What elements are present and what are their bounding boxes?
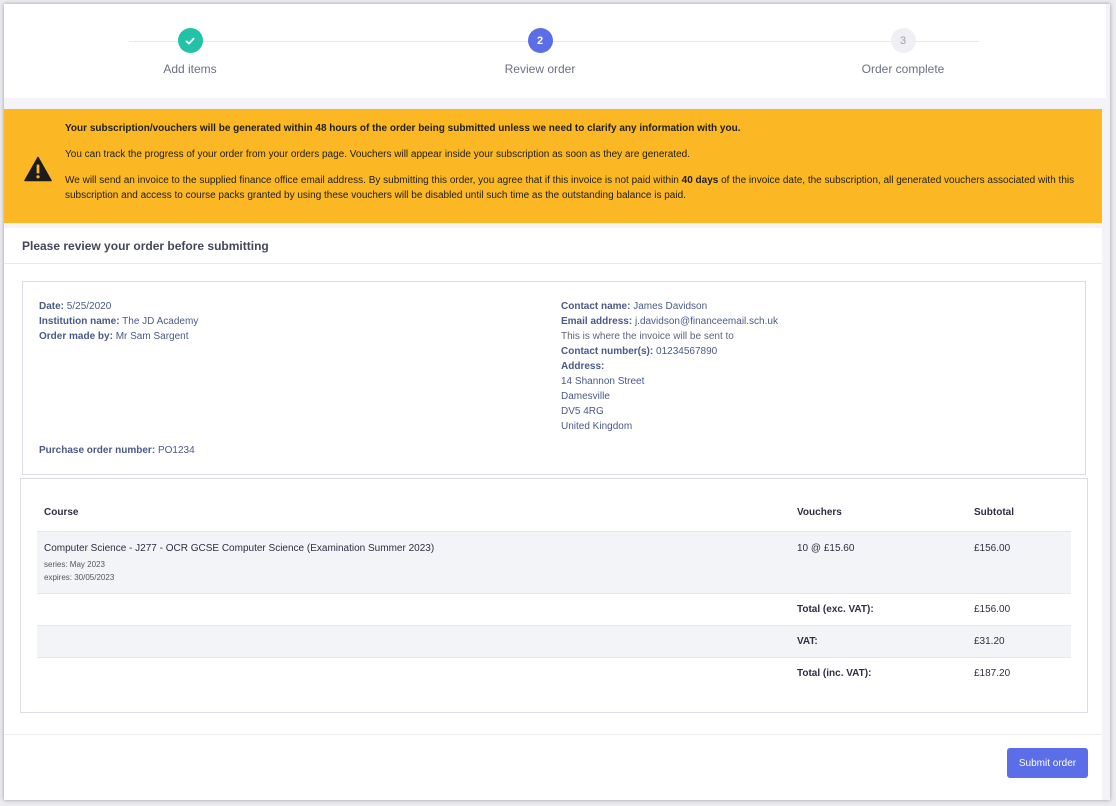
po-value: PO1234 bbox=[157, 445, 195, 456]
email-label: Email address: bbox=[561, 316, 633, 327]
total-value: £31.20 bbox=[974, 636, 1005, 647]
date-value: 5/25/2020 bbox=[66, 301, 112, 312]
institution-value: The JD Academy bbox=[122, 316, 199, 327]
step-label: Order complete bbox=[861, 62, 945, 76]
step-label: Add items bbox=[163, 62, 217, 76]
order-stepper: Add items 2 Review order 3 Order complet… bbox=[4, 4, 1106, 98]
window-frame: Add items 2 Review order 3 Order complet… bbox=[4, 4, 1110, 800]
step-number: 2 bbox=[527, 28, 553, 53]
invoice-text-start: We will send an invoice to the supplied … bbox=[65, 175, 682, 186]
contact-info-column: Contact name: James Davidson Email addre… bbox=[561, 299, 778, 434]
step-label: Review order bbox=[504, 62, 576, 76]
address-line: United Kingdom bbox=[561, 421, 633, 432]
po-label: Purchase order number: bbox=[39, 445, 156, 456]
course-expires: expires: 30/05/2023 bbox=[44, 573, 115, 582]
order-details: Date: 5/25/2020 Institution name: The JD… bbox=[22, 281, 1086, 475]
made-by-value: Mr Sam Sargent bbox=[115, 331, 189, 342]
warning-message: Your subscription/vouchers will be gener… bbox=[65, 121, 1085, 214]
address-label: Address: bbox=[561, 361, 605, 372]
total-exc-vat-row: Total (exc. VAT): £156.00 bbox=[37, 594, 1071, 626]
made-by-label: Order made by: bbox=[39, 331, 113, 342]
address-line: 14 Shannon Street bbox=[561, 376, 645, 387]
step-done-marker bbox=[177, 28, 203, 53]
step-add-items: Add items bbox=[90, 28, 290, 76]
contact-row: Contact name: James Davidson bbox=[561, 299, 778, 314]
phone-value: 01234567890 bbox=[656, 346, 718, 357]
footer-divider bbox=[4, 734, 1102, 735]
review-panel: Please review your order before submitti… bbox=[4, 228, 1102, 800]
total-label: Total (inc. VAT): bbox=[797, 668, 872, 679]
total-label: VAT: bbox=[797, 636, 818, 647]
total-value: £156.00 bbox=[974, 604, 1011, 615]
course-series: series: May 2023 bbox=[44, 560, 105, 569]
table-row: Computer Science - J277 - OCR GCSE Compu… bbox=[37, 532, 1071, 594]
phone-row: Contact number(s): 01234567890 bbox=[561, 344, 778, 359]
total-value: £187.20 bbox=[974, 668, 1011, 679]
course-name: Computer Science - J277 - OCR GCSE Compu… bbox=[44, 543, 435, 554]
warning-icon bbox=[24, 156, 52, 182]
total-inc-vat-row: Total (inc. VAT): £187.20 bbox=[37, 658, 1071, 689]
order-items-box: Course Vouchers Subtotal Computer Scienc… bbox=[20, 478, 1088, 713]
step-number: 3 bbox=[890, 28, 916, 53]
check-icon bbox=[185, 37, 195, 44]
institution-row: Institution name: The JD Academy bbox=[39, 314, 198, 329]
invoice-days: 40 days bbox=[681, 175, 719, 186]
vouchers-cell: 10 @ £15.60 bbox=[797, 543, 855, 554]
header-course: Course bbox=[44, 507, 79, 518]
po-row: Purchase order number: PO1234 bbox=[39, 445, 195, 456]
table-header-row: Course Vouchers Subtotal bbox=[37, 497, 1071, 532]
course-meta: series: May 2023 expires: 30/05/2023 bbox=[44, 558, 434, 584]
subtotal-cell: £156.00 bbox=[974, 543, 1011, 554]
address-line: Damesville bbox=[561, 391, 610, 402]
made-by-row: Order made by: Mr Sam Sargent bbox=[39, 329, 198, 344]
email-row: Email address: j.davidson@financeemail.s… bbox=[561, 314, 778, 329]
institution-label: Institution name: bbox=[39, 316, 120, 327]
header-subtotal: Subtotal bbox=[974, 507, 1014, 518]
warning-lead: Your subscription/vouchers will be gener… bbox=[65, 123, 741, 134]
vat-row: VAT: £31.20 bbox=[37, 626, 1071, 658]
total-label: Total (exc. VAT): bbox=[797, 604, 874, 615]
panel-header: Please review your order before submitti… bbox=[4, 228, 1102, 264]
date-row: Date: 5/25/2020 bbox=[39, 299, 198, 314]
warning-invoice-text: We will send an invoice to the supplied … bbox=[65, 173, 1085, 203]
date-label: Date: bbox=[39, 301, 65, 312]
address-line: DV5 4RG bbox=[561, 406, 604, 417]
panel-title: Please review your order before submitti… bbox=[22, 239, 269, 253]
contact-label: Contact name: bbox=[561, 301, 631, 312]
warning-track-text: You can track the progress of your order… bbox=[65, 149, 690, 160]
submit-order-button[interactable]: Submit order bbox=[1007, 748, 1088, 778]
step-order-complete: 3 Order complete bbox=[803, 28, 1003, 76]
phone-label: Contact number(s): bbox=[561, 346, 654, 357]
course-cell: Computer Science - J277 - OCR GCSE Compu… bbox=[44, 543, 434, 584]
step-review-order: 2 Review order bbox=[440, 28, 640, 76]
email-value: j.davidson@financeemail.sch.uk bbox=[634, 316, 778, 327]
email-note: This is where the invoice will be sent t… bbox=[561, 331, 734, 342]
order-info-column: Date: 5/25/2020 Institution name: The JD… bbox=[39, 299, 198, 344]
order-items-table: Course Vouchers Subtotal Computer Scienc… bbox=[37, 497, 1071, 689]
warning-banner: Your subscription/vouchers will be gener… bbox=[4, 109, 1102, 223]
header-vouchers: Vouchers bbox=[797, 507, 842, 518]
contact-value: James Davidson bbox=[633, 301, 708, 312]
